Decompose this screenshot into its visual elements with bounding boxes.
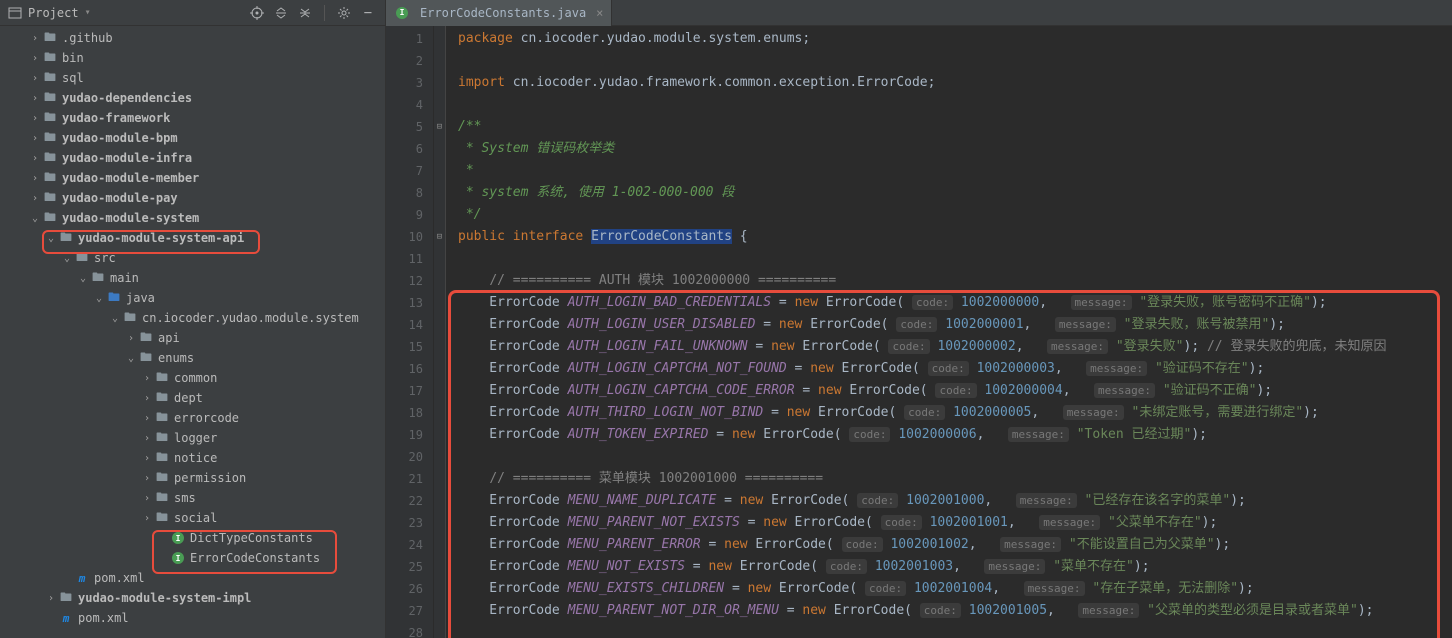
line-number-gutter: 1234567891011121314151617181920212223242… (386, 26, 434, 638)
chevron-down-icon[interactable]: ▾ (85, 7, 91, 18)
editor-area: I ErrorCodeConstants.java × 123456789101… (386, 0, 1452, 638)
project-title: Project (28, 6, 79, 20)
editor-body[interactable]: 1234567891011121314151617181920212223242… (386, 26, 1452, 638)
tree-folder-errorcode[interactable]: ›🖿errorcode (0, 408, 385, 428)
tree-module-system-impl[interactable]: ›🖿yudao-module-system-impl (0, 588, 385, 608)
tree-folder-common[interactable]: ›🖿common (0, 368, 385, 388)
tree-folder-src[interactable]: ⌄🖿src (0, 248, 385, 268)
tree-module-system[interactable]: ⌄🖿yudao-module-system (0, 208, 385, 228)
hide-icon[interactable]: − (359, 4, 377, 22)
tree-module-system-api[interactable]: ⌄🖿yudao-module-system-api (0, 228, 385, 248)
tree-folder-bin[interactable]: ›🖿bin (0, 48, 385, 68)
tree-module-member[interactable]: ›🖿yudao-module-member (0, 168, 385, 188)
tree-file-errorcode[interactable]: IErrorCodeConstants (0, 548, 385, 568)
tree-folder-sql[interactable]: ›🖿sql (0, 68, 385, 88)
gear-icon[interactable] (335, 4, 353, 22)
tree-folder-enums[interactable]: ⌄🖿enums (0, 348, 385, 368)
project-tree[interactable]: ›🖿.github ›🖿bin ›🖿sql ›🖿yudao-dependenci… (0, 26, 385, 638)
editor-tabs: I ErrorCodeConstants.java × (386, 0, 1452, 26)
tree-folder-api[interactable]: ›🖿api (0, 328, 385, 348)
interface-icon: I (394, 7, 410, 19)
fold-gutter[interactable]: ⊟⊟ (434, 26, 446, 638)
tree-module-deps[interactable]: ›🖿yudao-dependencies (0, 88, 385, 108)
tree-module-pay[interactable]: ›🖿yudao-module-pay (0, 188, 385, 208)
tree-folder-social[interactable]: ›🖿social (0, 508, 385, 528)
tree-folder-dept[interactable]: ›🖿dept (0, 388, 385, 408)
tree-module-framework[interactable]: ›🖿yudao-framework (0, 108, 385, 128)
editor-tab[interactable]: I ErrorCodeConstants.java × (386, 0, 612, 26)
expand-all-icon[interactable] (272, 4, 290, 22)
tree-file-pom[interactable]: mpom.xml (0, 568, 385, 588)
tree-folder-main[interactable]: ⌄🖿main (0, 268, 385, 288)
tree-file-dicttype[interactable]: IDictTypeConstants (0, 528, 385, 548)
tree-folder-sms[interactable]: ›🖿sms (0, 488, 385, 508)
close-icon[interactable]: × (596, 6, 603, 20)
tree-folder-notice[interactable]: ›🖿notice (0, 448, 385, 468)
editor-tab-label: ErrorCodeConstants.java (420, 6, 586, 20)
tree-folder-java[interactable]: ⌄🖿java (0, 288, 385, 308)
tree-file-pom2[interactable]: mpom.xml (0, 608, 385, 628)
tree-package[interactable]: ⌄🖿cn.iocoder.yudao.module.system (0, 308, 385, 328)
tree-folder-logger[interactable]: ›🖿logger (0, 428, 385, 448)
project-icon (8, 6, 22, 20)
tree-module-infra[interactable]: ›🖿yudao-module-infra (0, 148, 385, 168)
locate-icon[interactable] (248, 4, 266, 22)
code-content[interactable]: package cn.iocoder.yudao.module.system.e… (446, 26, 1452, 638)
project-header: Project ▾ − (0, 0, 385, 26)
project-panel: Project ▾ − ›🖿.github ›🖿bin ›🖿sql ›🖿yuda… (0, 0, 386, 638)
tree-folder-permission[interactable]: ›🖿permission (0, 468, 385, 488)
tree-module-bpm[interactable]: ›🖿yudao-module-bpm (0, 128, 385, 148)
tree-folder-github[interactable]: ›🖿.github (0, 28, 385, 48)
collapse-all-icon[interactable] (296, 4, 314, 22)
